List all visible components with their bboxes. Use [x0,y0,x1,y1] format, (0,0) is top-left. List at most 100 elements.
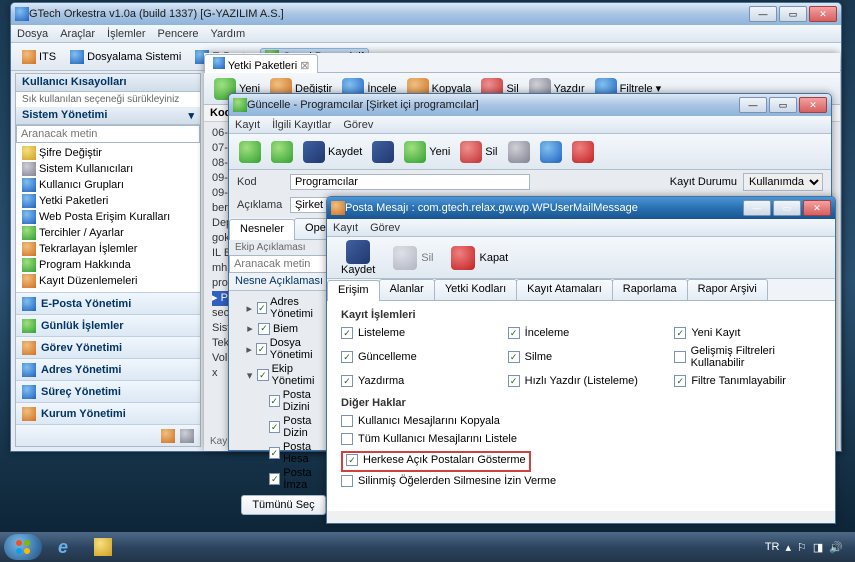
tool-button[interactable] [568,139,598,165]
sil-button[interactable]: Sil [456,139,501,165]
section-row[interactable]: Görev Yönetimi [16,336,200,358]
checkbox[interactable] [269,395,280,407]
permission-item[interactable]: Yeni Kayıt [674,327,821,339]
tab-alanlar[interactable]: Alanlar [379,279,435,300]
kaydet-button[interactable]: Kaydet [299,139,366,165]
permission-item[interactable]: Güncelleme [341,345,488,369]
yeni-button[interactable]: Yeni [400,139,454,165]
network-icon[interactable]: ◨ [813,541,823,554]
menu-pencere[interactable]: Pencere [158,28,199,40]
section-row[interactable]: E-Posta Yönetimi [16,292,200,314]
nesne-tree-item[interactable]: Posta Dizini [233,388,334,414]
nesne-tree-item[interactable]: ▸Biem [233,321,334,336]
maximize-button[interactable]: ▭ [779,6,807,22]
kayit-durumu-select[interactable]: Kullanımda [743,173,823,191]
checkbox[interactable] [256,343,266,355]
menu-item[interactable]: Görev [343,119,373,131]
tool-button[interactable] [368,139,398,165]
checkbox[interactable] [341,433,353,445]
hand-icon[interactable] [161,429,175,443]
checkbox[interactable] [258,323,270,335]
gear-icon[interactable] [180,429,194,443]
checkbox[interactable] [508,327,520,339]
nesne-tree-item[interactable]: Posta Dizin [233,414,334,440]
tree-item[interactable]: Yetki Paketleri [20,193,196,209]
tool-button[interactable] [235,139,265,165]
nesne-tree-item[interactable]: ▸Dosya Yönetimi [233,336,334,362]
yetki-paketleri-tab[interactable]: Yetki Paketleri ⊠ [204,54,318,73]
kod-input[interactable] [290,174,530,190]
maximize-button[interactable]: ▭ [773,200,801,216]
tab-nesneler[interactable]: Nesneler [229,219,295,240]
close-button[interactable]: ✕ [809,6,837,22]
close-button[interactable]: ✕ [803,200,831,216]
tumunu-sec-button[interactable]: Tümünü Seç [241,495,325,515]
permission-item[interactable]: Hızlı Yazdır (Listeleme) [508,375,655,387]
menu-item[interactable]: Görev [370,222,400,234]
tree-item[interactable]: Kullanıcı Grupları [20,177,196,193]
tree-item[interactable]: Şifre Değiştir [20,145,196,161]
menu-yardım[interactable]: Yardım [211,28,246,40]
minimize-button[interactable]: — [743,200,771,216]
app-taskbar-icon[interactable] [84,534,122,560]
tab-kayıt-atamaları[interactable]: Kayıt Atamaları [516,279,613,300]
checkbox[interactable] [341,351,353,363]
nesne-tree-item[interactable]: Posta Hesa [233,440,334,466]
checkbox[interactable] [346,454,358,466]
checkbox[interactable] [341,415,353,427]
tree-item[interactable]: Program Hakkında [20,257,196,273]
tree-item[interactable]: Web Posta Erişim Kuralları [20,209,196,225]
section-row[interactable]: Kurum Yönetimi [16,402,200,424]
permission-item[interactable]: Kullanıcı Mesajlarını Kopyala [341,415,500,427]
maximize-button[interactable]: ▭ [769,97,797,113]
menu-item[interactable]: Kayıt [333,222,358,234]
tree-item[interactable]: Tercihler / Ayarlar [20,225,196,241]
sil-button[interactable]: Sil [387,244,439,272]
kapat-button[interactable]: Kapat [445,244,514,272]
close-tab-icon[interactable]: ⊠ [300,60,309,72]
nesne-tree-item[interactable]: Posta İmza [233,466,334,491]
tab-yetki-kodları[interactable]: Yetki Kodları [434,279,517,300]
checkbox[interactable] [269,473,280,485]
search-input[interactable] [16,125,200,143]
permission-item[interactable]: Yazdırma [341,375,488,387]
main-tab[interactable]: Dosyalama Sistemi [65,48,186,66]
start-button[interactable] [4,534,42,560]
checkbox[interactable] [508,375,520,387]
kaydet-button[interactable]: Kaydet [335,238,381,278]
nesne-tree-item[interactable]: ▸Adres Yönetimi [233,295,334,321]
tool-button[interactable] [267,139,297,165]
menu-araçlar[interactable]: Araçlar [60,28,95,40]
menu-dosya[interactable]: Dosya [17,28,48,40]
flag-icon[interactable]: ⚐ [797,541,807,554]
tool-button[interactable] [536,139,566,165]
lang-indicator[interactable]: TR [765,541,780,553]
permission-item[interactable]: Listeleme [341,327,488,339]
ie-taskbar-icon[interactable]: e [44,534,82,560]
checkbox[interactable] [674,375,686,387]
tool-button[interactable] [504,139,534,165]
posta-titlebar[interactable]: Posta Mesajı : com.gtech.relax.gw.wp.WPU… [327,197,835,219]
close-button[interactable]: ✕ [799,97,827,113]
permission-item[interactable]: Silinmiş Öğelerden Silmesine İzin Verme [341,475,556,487]
permission-item[interactable]: Gelişmiş Filtreleri Kullanabilir [674,345,821,369]
guncelle-titlebar[interactable]: Güncelle - Programcılar [Şirket içi prog… [229,94,831,116]
chevron-down-icon[interactable]: ▾ [188,109,194,122]
checkbox[interactable] [341,327,353,339]
menu-item[interactable]: İlgili Kayıtlar [272,119,331,131]
permission-item[interactable]: Tüm Kullanıcı Mesajlarını Listele [341,433,517,445]
tree-item[interactable]: Kayıt Düzenlemeleri [20,273,196,289]
checkbox[interactable] [257,369,268,381]
checkbox[interactable] [674,327,686,339]
tab-erişim[interactable]: Erişim [327,280,380,301]
permission-item[interactable]: İnceleme [508,327,655,339]
tree-item[interactable]: Tekrarlayan İşlemler [20,241,196,257]
tree-item[interactable]: Sistem Kullanıcıları [20,161,196,177]
menu-item[interactable]: Kayıt [235,119,260,131]
checkbox[interactable] [341,475,353,487]
checkbox[interactable] [508,351,520,363]
checkbox[interactable] [257,302,268,314]
tray-chevron-icon[interactable]: ▴ [785,541,791,554]
tab-rapor-arşivi[interactable]: Rapor Arşivi [687,279,768,300]
tab-raporlama[interactable]: Raporlama [612,279,688,300]
